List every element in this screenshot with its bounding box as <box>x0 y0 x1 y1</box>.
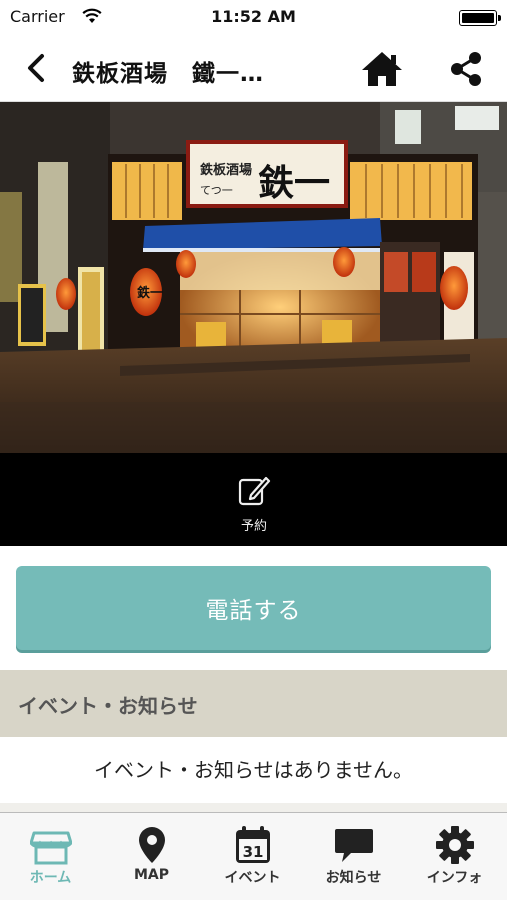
back-button[interactable] <box>20 50 52 86</box>
edit-pen-icon <box>238 476 271 506</box>
calendar-day: 31 <box>243 843 264 861</box>
hero-image: 鉄板酒場 てつ一 鉄一 鉄一 <box>0 102 507 454</box>
tab-news-label: お知らせ <box>325 870 382 886</box>
share-icon <box>451 52 481 86</box>
call-section: 電話する <box>0 546 507 670</box>
home-button[interactable] <box>360 50 404 88</box>
status-bar: Carrier 11:52 AM <box>0 0 507 36</box>
reserve-label: 予約 <box>240 519 267 534</box>
shop-sign-sub: てつ一 <box>200 184 233 197</box>
storefront-photo: 鉄板酒場 てつ一 鉄一 鉄一 <box>0 102 507 454</box>
speech-bubble-icon <box>335 829 373 862</box>
tab-map-label: MAP <box>133 867 170 883</box>
lantern-text: 鉄一 <box>137 285 163 301</box>
gear-icon <box>436 826 474 864</box>
tab-info[interactable]: インフォ <box>404 813 505 900</box>
tab-news[interactable]: お知らせ <box>303 813 404 900</box>
navigation-bar: 鉄板酒場 鐵一… <box>0 36 507 102</box>
reservation-bar: 予約 <box>0 453 507 546</box>
tab-home[interactable]: ホーム <box>0 813 101 900</box>
calendar-icon: 31 <box>236 826 270 863</box>
chevron-left-icon <box>28 54 44 82</box>
events-section-header: イベント・お知らせ <box>0 670 507 737</box>
events-header-text: イベント・お知らせ <box>18 694 198 718</box>
tab-home-label: ホーム <box>29 870 72 886</box>
shop-icon <box>30 831 72 865</box>
map-pin-icon <box>139 827 165 863</box>
clock: 11:52 AM <box>211 7 296 26</box>
battery-icon <box>459 10 501 26</box>
tab-map[interactable]: MAP <box>101 813 202 900</box>
share-button[interactable] <box>446 50 486 88</box>
call-button[interactable]: 電話する <box>16 566 491 650</box>
divider <box>0 803 507 812</box>
reserve-button[interactable]: 予約 <box>213 471 295 537</box>
tab-event[interactable]: 31 イベント <box>202 813 303 900</box>
tab-info-label: インフォ <box>426 870 483 886</box>
tab-bar: ホーム MAP 31 イベント お知らせ インフォ <box>0 812 507 900</box>
tab-event-label: イベント <box>224 870 281 886</box>
shop-sign-kanji: 鉄一 <box>258 163 330 204</box>
shop-sign-text: 鉄板酒場 <box>200 162 252 178</box>
page-title: 鉄板酒場 鐵一… <box>72 61 264 87</box>
events-empty-message: イベント・お知らせはありません。 <box>0 737 507 803</box>
